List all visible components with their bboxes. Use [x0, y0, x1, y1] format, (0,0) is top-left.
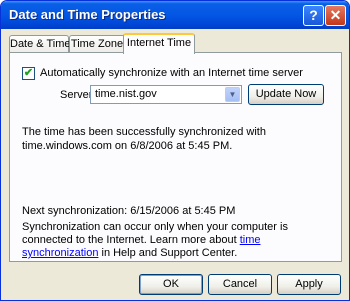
help-icon[interactable]: ? — [303, 5, 324, 26]
tab-time-zone[interactable]: Time Zone — [69, 35, 125, 53]
auto-sync-checkbox[interactable]: ✔ — [22, 67, 35, 80]
chevron-down-icon[interactable]: ▼ — [225, 87, 240, 102]
cancel-button[interactable]: Cancel — [208, 274, 272, 295]
sync-note-suffix: in Help and Support Center. — [98, 247, 238, 259]
window-title: Date and Time Properties — [9, 7, 166, 22]
internet-time-panel: ✔ Automatically synchronize with an Inte… — [9, 52, 342, 262]
date-time-properties-window: Date and Time Properties ? ✕ Date & Time… — [0, 0, 350, 301]
apply-button[interactable]: Apply — [277, 274, 341, 295]
ok-button[interactable]: OK — [139, 274, 203, 295]
sync-status-text: The time has been successfully synchroni… — [22, 126, 266, 152]
update-now-button[interactable]: Update Now — [248, 84, 324, 105]
title-bar[interactable]: Date and Time Properties ? ✕ — [1, 1, 349, 29]
next-sync-text: Next synchronization: 6/15/2006 at 5:45 … — [22, 205, 236, 217]
sync-note: Synchronization can occur only when your… — [22, 221, 337, 260]
auto-sync-label[interactable]: Automatically synchronize with an Intern… — [40, 67, 303, 79]
tab-date-time[interactable]: Date & Time — [9, 35, 71, 53]
tab-internet-time[interactable]: Internet Time — [123, 33, 195, 54]
server-value[interactable]: time.nist.gov — [95, 88, 157, 100]
server-combobox[interactable]: time.nist.gov ▼ — [90, 85, 242, 104]
close-icon[interactable]: ✕ — [325, 5, 346, 26]
